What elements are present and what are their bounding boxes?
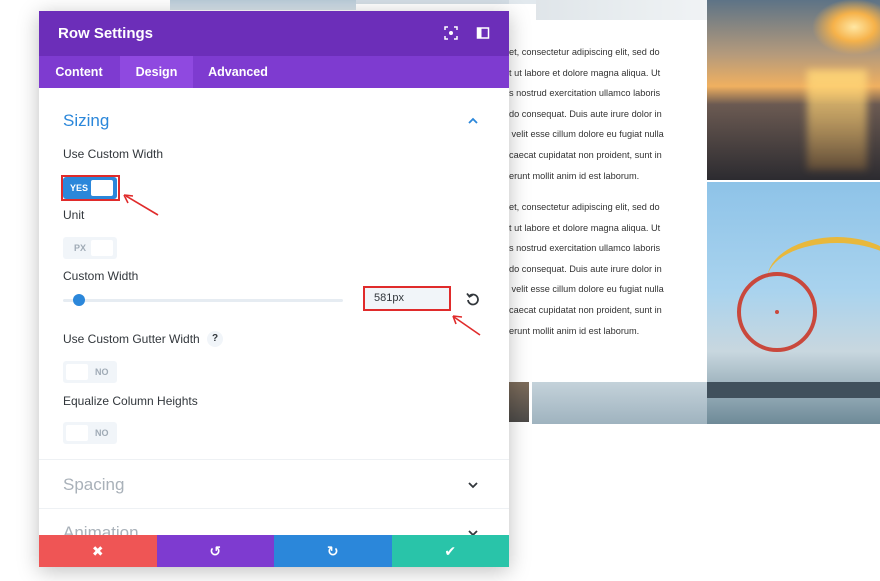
toggle-value: NO [95,428,109,438]
annotation-highlight-box [61,175,120,201]
lorem-text-block-1: et, consectetur adipiscing elit, sed do t… [509,42,669,186]
beach-sunset-image [707,0,880,180]
unit-label: Unit [63,208,85,222]
text-line: t ut labore et dolore magna aliqua. Ut [509,222,661,233]
ferris-wheel-pier-image [707,182,880,424]
tab-design[interactable]: Design [120,56,193,88]
pier-image-edge [509,382,529,422]
row-settings-modal: Row Settings Content Design Advanced Siz… [39,11,509,567]
section-divider [39,459,509,460]
text-line: et, consectetur adipiscing elit, sed do [509,202,660,212]
use-custom-gutter-label: Use Custom Gutter Width [63,332,200,346]
lorem-text-block-2: et, consectetur adipiscing elit, sed do t… [509,197,669,341]
chevron-down-icon[interactable] [468,480,478,490]
chevron-down-icon[interactable] [468,528,478,535]
text-line: do consequat. Duis aute irure dolor in [509,108,662,119]
modal-header: Row Settings [39,11,509,56]
section-animation-title[interactable]: Animation [63,523,139,535]
background-image-strip [170,0,356,10]
redo-button[interactable]: ↻ [274,535,392,567]
text-line: s nostrud exercitation ullamco laboris [509,243,661,254]
text-line: et, consectetur adipiscing elit, sed do [509,47,660,57]
text-line: erunt mollit anim id est laborum. [509,325,640,336]
pier-image-bottom [532,382,707,424]
annotation-arrow [452,315,481,336]
text-line: erunt mollit anim id est laborum. [509,170,640,181]
tab-content[interactable]: Content [39,56,119,88]
focus-icon[interactable] [444,26,458,40]
section-sizing-title[interactable]: Sizing [63,111,109,131]
modal-tabs: Content Design Advanced [39,56,509,88]
custom-width-slider-knob[interactable] [73,294,85,306]
modal-title: Row Settings [58,25,154,42]
text-line: caecat cupidatat non proident, sunt in [509,304,662,315]
text-line: do consequat. Duis aute irure dolor in [509,263,662,274]
section-spacing-title[interactable]: Spacing [63,475,124,495]
help-icon[interactable]: ? [207,331,223,347]
toggle-value: NO [95,367,109,377]
text-line: velit esse cillum dolore eu fugiat nulla [509,129,664,140]
unit-value: PX [74,243,87,253]
text-line: s nostrud exercitation ullamco laboris [509,88,661,99]
equalize-heights-label: Equalize Column Heights [63,394,198,408]
custom-width-label: Custom Width [63,269,139,283]
text-line: caecat cupidatat non proident, sunt in [509,149,662,160]
toggle-knob [66,425,88,441]
reset-icon[interactable] [466,292,480,306]
text-line: velit esse cillum dolore eu fugiat nulla [509,284,664,295]
use-custom-gutter-toggle[interactable]: NO [63,361,117,383]
text-line: t ut labore et dolore magna aliqua. Ut [509,67,661,78]
save-button[interactable]: ✔ [391,535,509,567]
tab-advanced[interactable]: Advanced [193,56,283,88]
annotation-arrow [123,194,159,216]
section-divider [39,508,509,509]
toggle-knob [66,364,88,380]
cancel-button[interactable]: ✖ [39,535,157,567]
toggle-knob [91,240,113,256]
equalize-heights-toggle[interactable]: NO [63,422,117,444]
use-custom-width-label: Use Custom Width [63,147,164,161]
undo-button[interactable]: ↺ [156,535,274,567]
custom-width-slider-track[interactable] [63,299,343,302]
sidebar-toggle-icon[interactable] [476,26,490,40]
modal-content: Sizing Use Custom Width YES Unit PX Cust… [39,88,509,535]
annotation-highlight-box [363,286,451,311]
unit-toggle[interactable]: PX [63,237,117,259]
chevron-up-icon[interactable] [468,116,478,126]
modal-footer: ✖ ↺ ↻ ✔ [39,535,509,567]
